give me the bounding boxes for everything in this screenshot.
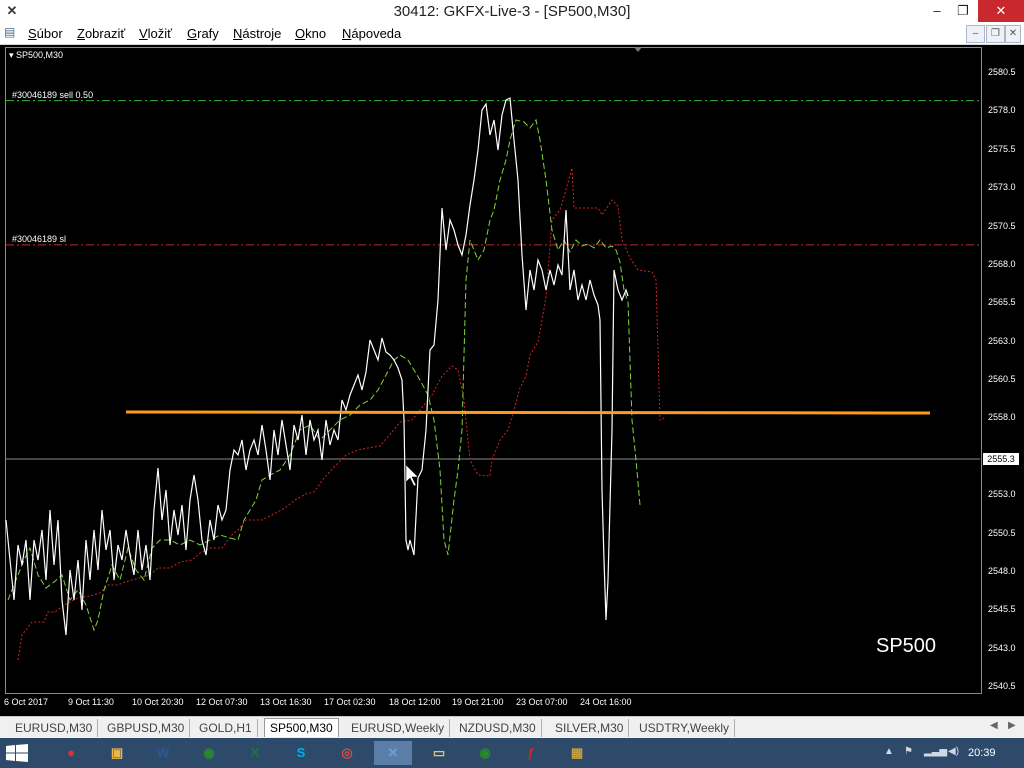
child-restore-button[interactable]: ❐ [986,25,1005,43]
price-axis-label: 2573.0 [988,182,1016,193]
chrome-icon[interactable]: ◎ [328,741,366,765]
price-axis-label: 2570.5 [988,220,1016,231]
time-axis-label: 18 Oct 12:00 [389,697,441,707]
chart-tab[interactable]: GOLD,H1 [194,719,258,737]
current-price-badge: 2555.3 [983,453,1019,465]
price-axis-label: 2558.0 [988,412,1016,423]
chart-watermark: SP500 [876,635,937,657]
chart-tab[interactable]: SP500,M30 [264,718,339,737]
chart-tab[interactable]: EURUSD,Weekly [346,719,451,737]
window-title: 30412: GKFX-Live-3 - [SP500,M30] [393,3,631,20]
time-axis-label: 10 Oct 20:30 [132,697,184,707]
price-axis-label: 2548.0 [988,565,1016,576]
time-axis-label: 13 Oct 16:30 [260,697,312,707]
chart-tab[interactable]: GBPUSD,M30 [102,719,191,737]
price-axis[interactable]: 2580.5 2578.0 2575.5 2573.0 2570.5 2568.0 2565… [983,47,1019,695]
price-axis-label: 2540.5 [988,681,1016,691]
chart-tab[interactable]: USDTRY,Weekly [634,719,736,737]
child-close-button[interactable]: ✕ [1005,25,1021,43]
chart-symbol-label[interactable]: ▾ SP500,M30 [9,50,63,61]
price-axis-label: 2553.0 [988,489,1016,500]
menu-zobrazit[interactable]: Zobraziť [77,25,125,42]
chart-tab[interactable]: EURUSD,M30 [10,719,99,737]
volume-icon[interactable]: ◀) [948,746,959,757]
time-axis-label: 19 Oct 21:00 [452,697,504,707]
menu-nastroje[interactable]: Nástroje [233,25,281,42]
flash-icon[interactable]: ƒ [512,741,550,765]
windows-start-icon[interactable] [6,744,28,762]
taskbar-clock[interactable]: 20:39 [968,738,996,768]
xcode-app-icon[interactable]: ✕ [374,741,412,765]
menu-subor[interactable]: Súbor [28,25,63,42]
title-bar: ✕ 30412: GKFX-Live-3 - [SP500,M30] – ❐ ✕ [0,0,1024,23]
stop-loss-label: #30046189 sl [12,233,67,244]
time-axis-label: 9 Oct 11:30 [68,697,114,707]
price-axis-label: 2550.5 [988,527,1016,538]
menu-napoveda[interactable]: Nápoveda [342,25,401,42]
close-button[interactable]: ✕ [978,0,1024,22]
menu-grafy[interactable]: Grafy [187,25,219,42]
price-axis-label: 2563.0 [988,335,1016,346]
network-icon[interactable]: ▂▃▅ [924,746,947,757]
excel-icon[interactable]: X [236,741,274,765]
price-axis-label: 2575.5 [988,143,1016,154]
chart-tab[interactable]: NZDUSD,M30 [454,719,542,737]
chart-tab[interactable]: SILVER,M30 [550,719,630,737]
time-axis-label: 17 Oct 02:30 [324,697,376,707]
word-icon[interactable]: W [144,741,182,765]
child-minimize-button[interactable]: – [966,25,985,43]
price-axis-label: 2580.5 [988,67,1016,77]
tab-scroll-right-icon[interactable]: ▶ [1008,720,1016,731]
time-axis-label: 24 Oct 16:00 [580,697,632,707]
explorer-icon[interactable]: ▣ [98,741,136,765]
tab-scroll-left-icon[interactable]: ◀ [990,720,998,731]
price-axis-label: 2560.5 [988,374,1016,384]
image-viewer-icon[interactable]: ▦ [558,741,596,765]
metatrader-icon[interactable]: ◉ [190,741,228,765]
price-axis-label: 2565.5 [988,297,1016,308]
time-axis-label: 6 Oct 2017 [4,697,49,707]
chart-tabs-bar: EURUSD,M30 GBPUSD,M30 GOLD,H1 SP500,M30 EURU… [0,716,1024,739]
metatrader-2-icon[interactable]: ◉ [466,741,504,765]
folder-icon[interactable]: ▭ [420,741,458,765]
time-axis-label: 12 Oct 07:30 [196,697,248,707]
time-axis-label: 23 Oct 07:00 [516,697,568,707]
price-axis-label: 2543.0 [988,642,1016,653]
skype-icon[interactable]: S [282,741,320,765]
maximize-button[interactable]: ❐ [948,0,978,22]
menu-vlozit[interactable]: Vložiť [139,25,172,42]
document-icon[interactable]: ▤ [4,25,18,39]
sell-order-label: #30046189 sell 0.50 [12,89,94,100]
tray-arrow-icon[interactable]: ▲ [884,746,894,757]
menu-okno[interactable]: Okno [295,25,326,42]
price-axis-label: 2568.0 [988,258,1016,269]
price-axis-label: 2545.5 [988,604,1016,615]
paint-icon[interactable]: ● [52,741,90,765]
chart-plot-area[interactable] [5,47,982,694]
menu-bar: ▤ Súbor Zobraziť Vložiť Grafy Nástroje O… [0,23,1024,45]
price-axis-label: 2578.0 [988,105,1016,116]
tray-flag-icon[interactable]: ⚑ [904,746,913,757]
